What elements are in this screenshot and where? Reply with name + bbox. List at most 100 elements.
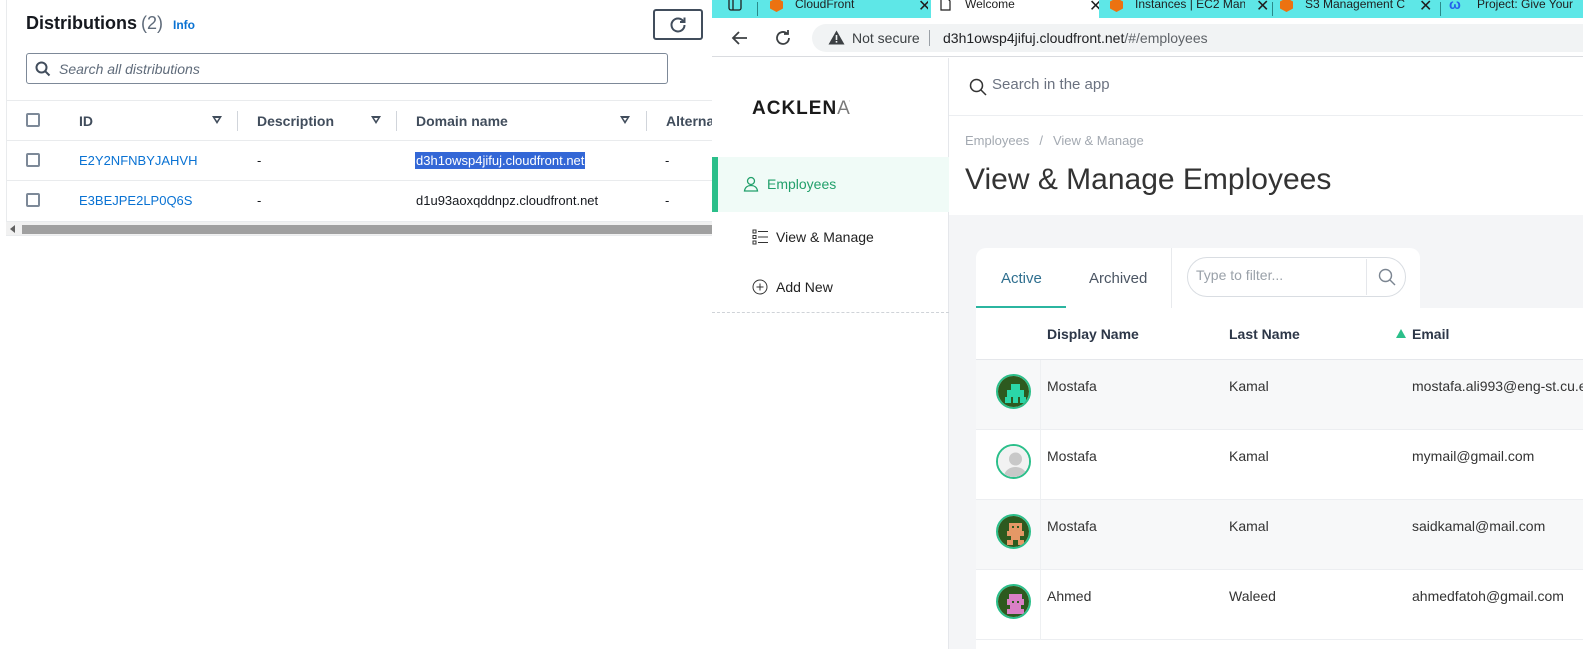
- column-divider[interactable]: [646, 111, 647, 131]
- avatar: [996, 584, 1031, 619]
- tab-ec2-instances[interactable]: Instances | EC2 Mana ✕: [1101, 0, 1269, 18]
- close-icon[interactable]: ✕: [1419, 0, 1432, 16]
- address-bar[interactable]: Not secure d3h1owsp4jifuj.cloudfront.net…: [812, 24, 1583, 52]
- tab-welcome[interactable]: Welcome ✕: [931, 0, 1099, 18]
- sort-ascending-icon[interactable]: [1396, 329, 1406, 338]
- avatar-column: [1040, 500, 1041, 570]
- app-search[interactable]: Search in the app: [949, 58, 1583, 116]
- tab-label: Project: Give Your: [1477, 0, 1574, 11]
- email-cell: ahmedfatoh@gmail.com: [1412, 588, 1564, 604]
- avatar-column: [1040, 360, 1041, 430]
- email-cell: mymail@gmail.com: [1412, 448, 1535, 464]
- table-row[interactable]: Mostafa Kamal mostafa.ali993@eng-st.cu.e…: [976, 360, 1583, 430]
- column-header-email[interactable]: Email: [1412, 326, 1449, 342]
- filter-box[interactable]: [1187, 257, 1406, 297]
- table-header-row: Display Name Last Name Email: [976, 308, 1583, 360]
- last-name-cell: Waleed: [1229, 588, 1276, 604]
- column-header-id[interactable]: ID: [79, 113, 93, 129]
- sort-icon[interactable]: [371, 116, 381, 124]
- last-name-cell: Kamal: [1229, 518, 1269, 534]
- distribution-id-link[interactable]: E3BEJPE2LP0Q6S: [79, 193, 192, 208]
- cloudfront-console: Distributions(2) Info ID Description Dom…: [0, 0, 714, 649]
- sidebar: ACKLENAV Employees View & Manage Add New: [712, 58, 949, 649]
- column-divider[interactable]: [237, 111, 238, 131]
- column-header-display-name[interactable]: Display Name: [1047, 326, 1139, 342]
- breadcrumb-employees[interactable]: Employees: [965, 133, 1029, 148]
- table-row[interactable]: Ahmed Waleed ahmedfatoh@gmail.com: [976, 570, 1583, 640]
- url-text[interactable]: d3h1owsp4jifuj.cloudfront.net/#/employee…: [943, 30, 1208, 46]
- refresh-button[interactable]: [653, 9, 703, 40]
- domain-name-cell[interactable]: d1u93aoxqddnpz.cloudfront.net: [416, 193, 598, 208]
- column-header-last-name[interactable]: Last Name: [1229, 326, 1300, 342]
- breadcrumb-view-manage[interactable]: View & Manage: [1053, 133, 1144, 148]
- table-header-row: ID Description Domain name Alterna: [6, 100, 714, 140]
- distributions-search[interactable]: [26, 53, 668, 84]
- search-icon: [35, 61, 51, 77]
- row-checkbox[interactable]: [26, 193, 40, 207]
- app-search-placeholder[interactable]: Search in the app: [992, 76, 1110, 93]
- alternate-cell: -: [665, 193, 670, 208]
- column-header-alternate[interactable]: Alterna: [666, 113, 714, 129]
- tab-s3-management[interactable]: S3 Management Co ✕: [1274, 0, 1434, 18]
- email-cell: mostafa.ali993@eng-st.cu.edu.eg: [1412, 378, 1583, 394]
- distributions-search-input[interactable]: [59, 59, 659, 79]
- table-row: E2Y2NFNBYJAHVH - d3h1owsp4jifuj.cloudfro…: [6, 140, 712, 180]
- column-divider[interactable]: [396, 111, 397, 131]
- description-cell: -: [257, 193, 262, 208]
- last-name-cell: Kamal: [1229, 448, 1269, 464]
- sidebar-toggle-icon[interactable]: [728, 0, 742, 11]
- tab-strip: CloudFront ✕ Welcome ✕ Instances | EC2 M…: [712, 0, 1583, 18]
- email-cell: saidkamal@mail.com: [1412, 518, 1546, 534]
- select-all-checkbox[interactable]: [26, 113, 40, 127]
- tab-separator: [1440, 2, 1441, 16]
- close-icon[interactable]: ✕: [1089, 0, 1099, 16]
- avatar: [996, 374, 1031, 409]
- warning-icon[interactable]: [828, 30, 845, 45]
- scroll-left-arrow-icon[interactable]: [10, 225, 15, 233]
- table-row[interactable]: Mostafa Kamal mymail@gmail.com: [976, 430, 1583, 500]
- scrollbar-thumb[interactable]: [22, 225, 712, 234]
- tab-label: Instances | EC2 Mana: [1135, 0, 1245, 11]
- sidebar-item-label: Add New: [776, 279, 833, 295]
- display-name-cell: Ahmed: [1047, 588, 1092, 604]
- list-icon: [752, 229, 768, 245]
- info-link[interactable]: Info: [173, 18, 195, 32]
- column-header-description[interactable]: Description: [257, 113, 334, 129]
- tab-cloudfront[interactable]: CloudFront ✕: [764, 0, 928, 18]
- domain-name-cell[interactable]: d3h1owsp4jifuj.cloudfront.net: [415, 152, 586, 169]
- filter-input[interactable]: [1196, 267, 1366, 283]
- horizontal-scrollbar[interactable]: [6, 221, 712, 235]
- sort-icon[interactable]: [212, 116, 222, 124]
- distribution-id-link[interactable]: E2Y2NFNBYJAHVH: [79, 153, 197, 168]
- tab-label: Welcome: [965, 0, 1015, 11]
- avatar: [996, 514, 1031, 549]
- distributions-title: Distributions (2): [26, 13, 163, 33]
- sort-icon[interactable]: [620, 116, 630, 124]
- tab-project[interactable]: ω Project: Give Your: [1443, 0, 1583, 18]
- employees-table: Display Name Last Name Email Mostafa Kam…: [976, 308, 1583, 649]
- not-secure-label[interactable]: Not secure: [852, 30, 920, 46]
- filter-divider: [1366, 259, 1367, 295]
- row-checkbox[interactable]: [26, 153, 40, 167]
- sidebar-item-employees[interactable]: Employees: [712, 157, 949, 212]
- tab-active[interactable]: Active: [1001, 270, 1042, 287]
- table-row[interactable]: Mostafa Kamal saidkamal@mail.com: [976, 500, 1583, 570]
- breadcrumb-separator: /: [1039, 133, 1043, 148]
- sidebar-item-add-new[interactable]: Add New: [712, 260, 949, 315]
- close-icon[interactable]: ✕: [918, 0, 928, 16]
- browser-window: CloudFront ✕ Welcome ✕ Instances | EC2 M…: [712, 0, 1583, 649]
- refresh-icon: [670, 16, 686, 32]
- page-header: Employees / View & Manage View & Manage Em…: [949, 116, 1583, 215]
- sidebar-item-label: View & Manage: [776, 229, 874, 245]
- acklen-logo[interactable]: ACKLENAV: [752, 98, 850, 120]
- back-arrow-icon[interactable]: [730, 28, 750, 48]
- column-header-domain[interactable]: Domain name: [416, 113, 508, 129]
- close-icon[interactable]: ✕: [1256, 0, 1269, 16]
- reload-icon[interactable]: [773, 28, 793, 48]
- tab-archived[interactable]: Archived: [1089, 270, 1147, 287]
- main-content: Search in the app Employees / View & Manag…: [949, 58, 1583, 649]
- last-name-cell: Kamal: [1229, 378, 1269, 394]
- sidebar-item-view-manage[interactable]: View & Manage: [712, 210, 949, 265]
- search-icon[interactable]: [1378, 268, 1396, 286]
- employee-app: ACKLENAV Employees View & Manage Add New…: [712, 58, 1583, 649]
